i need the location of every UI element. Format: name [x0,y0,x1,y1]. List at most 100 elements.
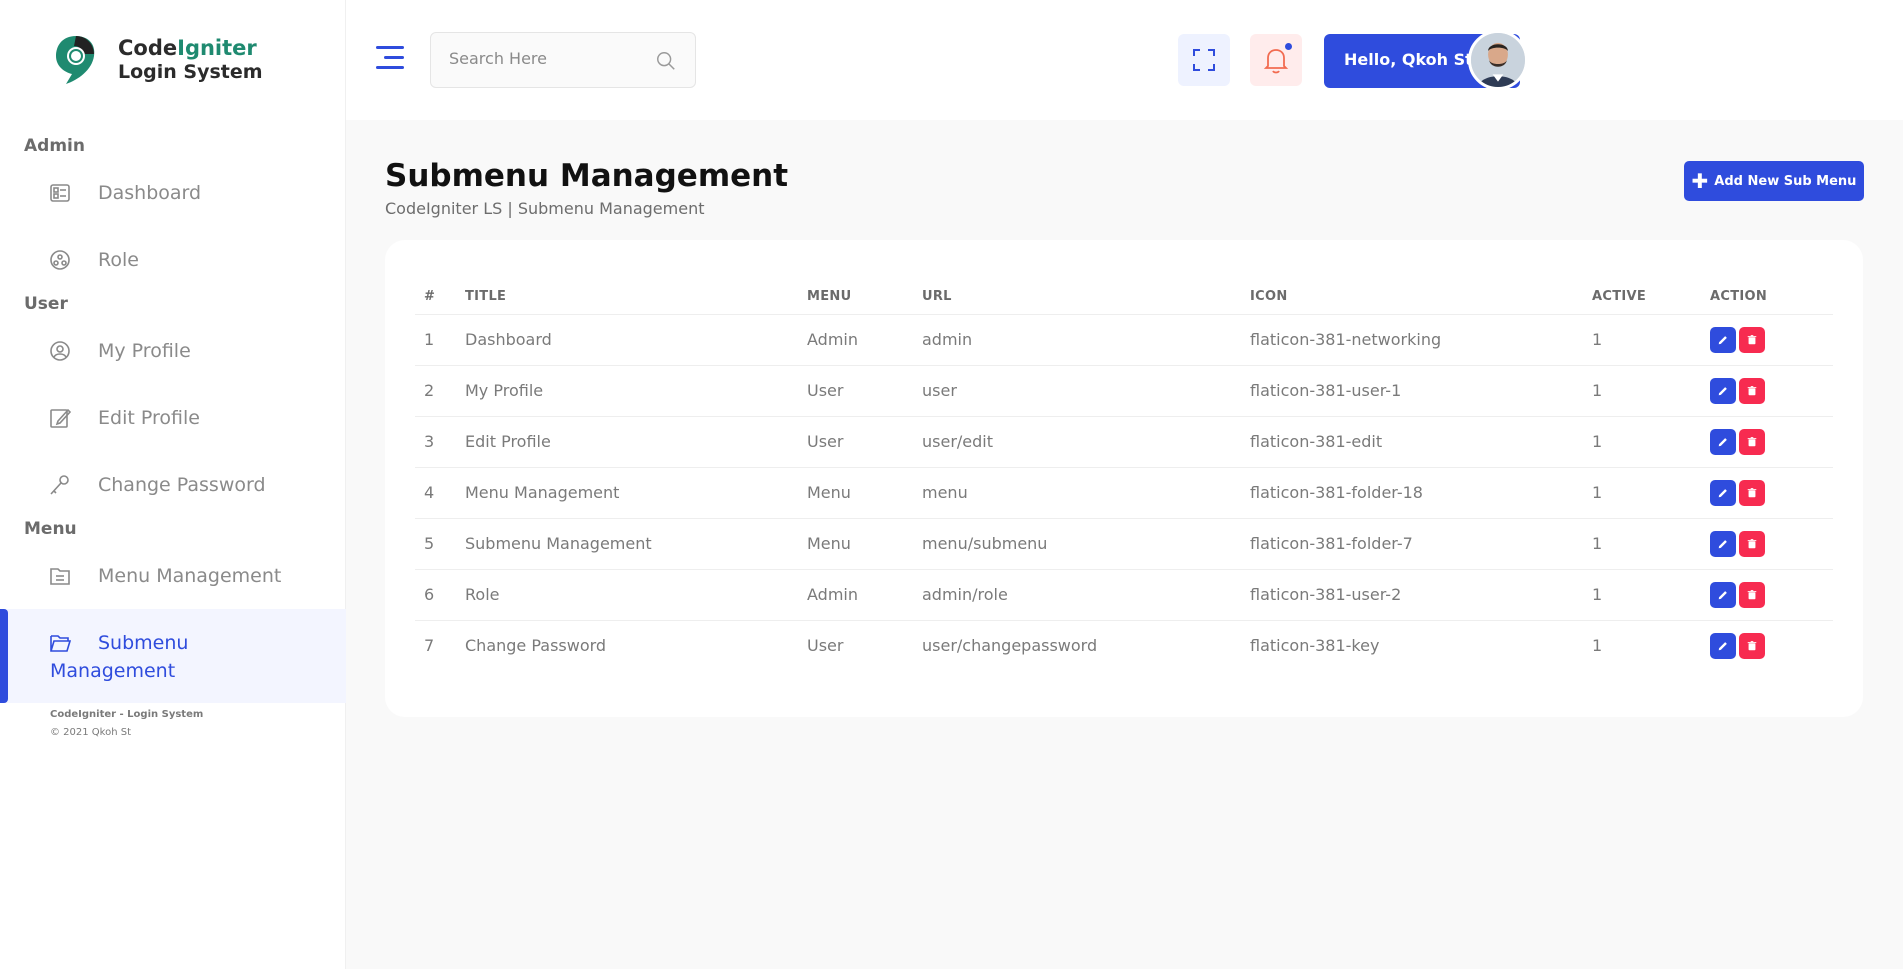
trash-icon [1747,436,1757,446]
trash-icon [1747,640,1757,651]
delete-button[interactable] [1739,530,1765,557]
footer-copyright: © 2021 Qkoh St [50,727,132,738]
cell-icon: flaticon-381-user-2 [1250,569,1592,621]
avatar[interactable] [1468,30,1528,90]
footer-app-name: CodeIgniter - Login System [50,709,204,720]
cell-title: Role [465,569,807,621]
table-header-row: # TITLE MENU URL ICON ACTIVE ACTION [415,280,1833,315]
table-row: 5 Submenu Management Menu menu/submenu flati… [415,518,1833,570]
cell-title: Edit Profile [465,416,807,468]
trash-icon [1747,385,1757,395]
cell-menu: Admin [807,569,922,621]
sidebar-item-submenu-management[interactable]: Submenu Management [0,609,346,703]
sidebar-item-my-profile[interactable]: My Profile [0,323,346,379]
dashboard-icon [50,184,70,202]
search-input[interactable] [449,49,649,68]
table-row: 3 Edit Profile User user/edit flaticon-381-e… [415,416,1833,468]
plus-icon: ✚ [1691,169,1709,193]
cell-actions [1710,467,1833,519]
cell-menu: User [807,416,922,468]
cell-icon: flaticon-381-user-1 [1250,365,1592,417]
sidebar-item-label: Role [98,249,139,271]
add-submenu-button[interactable]: ✚ Add New Sub Menu [1684,161,1864,201]
notification-button[interactable] [1250,34,1302,86]
delete-button[interactable] [1739,326,1765,353]
hamburger-menu-icon[interactable] [376,46,404,70]
cell-number: 6 [415,569,465,621]
cell-menu: Menu [807,518,922,570]
col-header-active: ACTIVE [1592,280,1710,315]
pencil-icon [1718,386,1727,395]
cell-title: Change Password [465,636,607,656]
breadcrumb: CodeIgniter LS | Submenu Management [385,199,705,218]
cell-actions [1710,518,1833,570]
sidebar-item-menu-management[interactable]: Menu Management [0,548,346,604]
cell-active: 1 [1592,314,1710,366]
edit-button[interactable] [1710,377,1736,404]
fullscreen-button[interactable] [1178,34,1230,86]
sidebar-item-role[interactable]: Role [0,232,346,288]
cell-actions [1710,416,1833,468]
cell-menu: User [807,636,844,656]
delete-button[interactable] [1739,632,1765,659]
edit-button[interactable] [1710,479,1736,506]
cell-active: 1 [1592,569,1710,621]
trash-icon [1747,334,1757,344]
top-header [346,0,1903,120]
cell-icon: flaticon-381-networking [1250,314,1592,366]
sidebar-heading-admin: Admin [24,136,85,156]
brand-logo-icon [56,36,95,84]
user-greeting: Hello, Qkoh St [1344,50,1473,69]
sidebar-heading-menu: Menu [24,519,77,539]
cell-title: Dashboard [465,314,807,366]
col-header-icon: ICON [1250,280,1592,315]
pencil-icon [1718,335,1727,344]
col-header-action: ACTION [1710,280,1833,315]
search-box [430,32,696,88]
cell-actions [1710,620,1833,671]
cell-number: 4 [415,467,465,519]
delete-button[interactable] [1739,581,1765,608]
sidebar-item-dashboard[interactable]: Dashboard [0,165,346,221]
brand-title: CodeIgniter [118,36,257,60]
add-submenu-label: Add New Sub Menu [1714,173,1857,189]
sidebar-item-edit-profile[interactable]: Edit Profile [0,390,346,446]
edit-button[interactable] [1710,581,1736,608]
delete-button[interactable] [1739,377,1765,404]
cell-active: 1 [1592,365,1710,417]
search-icon[interactable] [655,50,677,72]
table-row: 6 Role Admin admin/role flaticon-381-user-2 1 [415,569,1833,621]
cell-title: Menu Management [465,467,807,519]
cell-active: 1 [1592,467,1710,519]
trash-icon [1747,589,1757,599]
avatar-image [1471,33,1525,87]
cell-actions [1710,314,1833,366]
sidebar-item-label: Edit Profile [98,407,200,429]
fullscreen-icon [1193,49,1215,71]
cell-number: 5 [415,518,465,570]
cell-active: 1 [1592,416,1710,468]
edit-button[interactable] [1710,428,1736,455]
sidebar-item-label: Menu Management [98,565,282,587]
edit-button[interactable] [1710,530,1736,557]
cell-url: admin [922,314,1250,366]
submenu-table-card: # TITLE MENU URL ICON ACTIVE ACTION 1 Das… [385,240,1863,717]
col-header-url: URL [922,280,1250,315]
sidebar-item-change-password[interactable]: Change Password [0,457,346,513]
table-row: 2 My Profile User user flaticon-381-user-1 1 [415,365,1833,417]
edit-button[interactable] [1710,326,1736,353]
folder-icon [50,568,70,585]
cell-url: user/edit [922,416,1250,468]
cell-number: 3 [415,416,465,468]
delete-button[interactable] [1739,479,1765,506]
brand[interactable]: CodeIgniter Login System [52,32,263,88]
pencil-icon [1718,437,1727,446]
edit-button[interactable] [1710,632,1736,659]
cell-icon: flaticon-381-folder-18 [1250,467,1592,519]
delete-button[interactable] [1739,428,1765,455]
sidebar-item-label: Submenu Management [50,632,189,682]
networking-icon [50,250,70,270]
user-icon [50,341,70,361]
cell-number: 1 [415,314,465,366]
cell-number: 2 [415,365,465,417]
